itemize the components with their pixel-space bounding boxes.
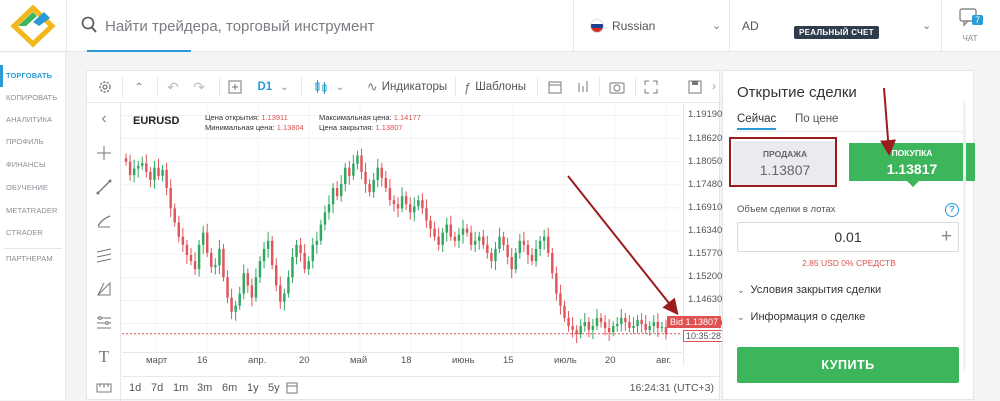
annotation-highlight bbox=[729, 137, 837, 187]
annotation-arrow bbox=[880, 87, 897, 156]
annotation-arrow bbox=[567, 175, 679, 316]
annotation-overlay bbox=[567, 87, 897, 316]
